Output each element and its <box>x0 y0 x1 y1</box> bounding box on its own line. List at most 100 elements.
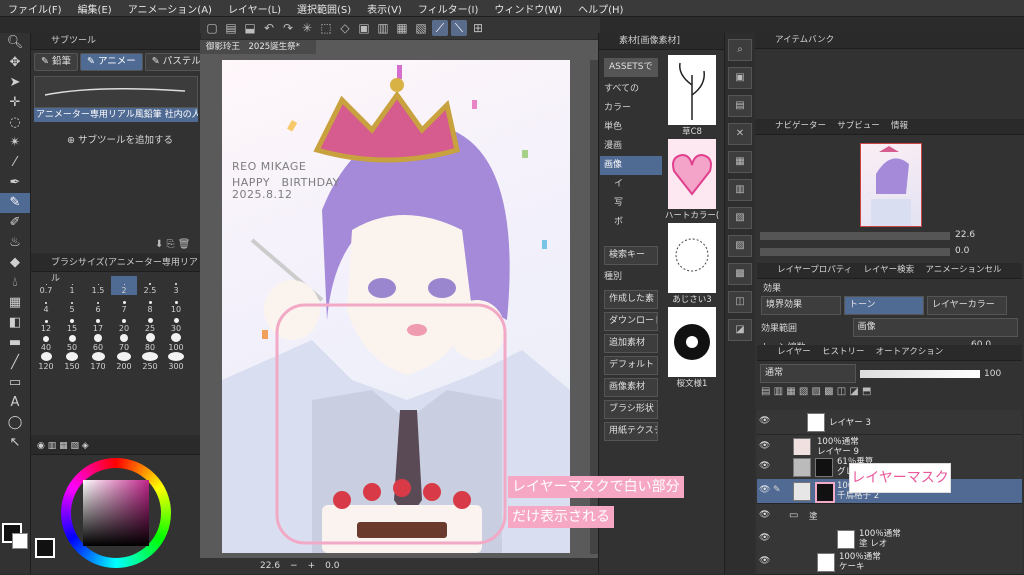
brush-size-cell[interactable]: 1.5 <box>85 276 111 295</box>
material-filter-image[interactable]: 画像素材 <box>604 378 658 397</box>
current-color-swatch[interactable] <box>35 538 55 558</box>
eye-icon[interactable]: 👁︎ <box>759 533 770 543</box>
layer-folder-row[interactable]: 👁︎ ▭ 塗 <box>757 504 1022 529</box>
tone-button[interactable]: トーン <box>844 296 924 315</box>
operation-tool-icon[interactable]: ➤ <box>0 73 30 93</box>
pen-tool-icon[interactable]: ✒ <box>0 173 30 193</box>
auto-action-icon[interactable]: ▧ <box>728 207 752 229</box>
brush-size-cell[interactable]: 2 <box>111 276 137 295</box>
zoom-in-icon[interactable]: + <box>308 561 316 571</box>
layer-color-button[interactable]: レイヤーカラー <box>927 296 1007 315</box>
subtool-tab-pastel[interactable]: ✎ パステル <box>144 53 208 71</box>
material-tree-other[interactable]: ボ <box>600 213 662 232</box>
subview-tab[interactable]: サブビュー <box>837 121 880 131</box>
eye-icon[interactable]: 👁︎ <box>759 441 770 451</box>
fill-icon[interactable]: ▣ <box>356 20 372 36</box>
navigator-rotation-slider[interactable] <box>760 248 950 256</box>
border-effect-button[interactable]: 境界効果 <box>761 296 841 315</box>
snap-special-icon[interactable]: ⟍ <box>451 20 467 36</box>
navigator-tab[interactable]: ナビゲーター <box>775 121 826 131</box>
menu-help[interactable]: ヘルプ(H) <box>570 1 631 16</box>
redo-icon[interactable]: ↷ <box>280 20 296 36</box>
eyedropper-icon[interactable]: ⁄ <box>0 153 30 173</box>
clear-icon[interactable]: ✳ <box>299 20 315 36</box>
brush-size-cell[interactable]: 6 <box>85 295 111 314</box>
brush-size-cell[interactable]: 8 <box>137 295 163 314</box>
brush-size-cell[interactable]: 170 <box>85 352 111 371</box>
brush-size-cell[interactable]: 2.5 <box>137 276 163 295</box>
color-set-icon[interactable]: ◪ <box>728 319 752 341</box>
brush-stroke-preview[interactable] <box>34 76 198 108</box>
material-filter-added[interactable]: 追加素材 <box>604 334 658 353</box>
subtool-tab-animator[interactable]: ✎ アニメー <box>80 53 143 71</box>
info-icon[interactable]: ▩ <box>728 263 752 285</box>
assets-button[interactable]: ASSETSで <box>604 58 658 77</box>
brush-size-cell[interactable]: 60 <box>85 333 111 352</box>
open-folder-icon[interactable]: ▤ <box>223 20 239 36</box>
material-tree-illust[interactable]: イ <box>600 175 662 194</box>
brush-size-cell[interactable]: 4 <box>33 295 59 314</box>
line-tool-icon[interactable]: ╱ <box>0 353 30 373</box>
property-icon[interactable]: ◫ <box>728 291 752 313</box>
brush-size-cell[interactable]: 20 <box>111 314 137 333</box>
layer-search-tab[interactable]: レイヤー検索 <box>863 265 914 275</box>
brush-size-cell[interactable]: 1 <box>59 276 85 295</box>
material-tree-image[interactable]: 画像 <box>600 156 662 175</box>
save-icon[interactable]: ⬓ <box>242 20 258 36</box>
material-thumb-hydrangea[interactable] <box>668 223 716 293</box>
correction-icon[interactable]: ↖ <box>0 433 30 453</box>
material-search-input[interactable]: 検索キー <box>604 246 658 265</box>
selected-brush-name[interactable]: アニメーター専用リアル風鉛筆 社内の人 <box>34 108 198 122</box>
menu-file[interactable]: ファイル(F) <box>0 1 70 16</box>
history-icon[interactable]: ▥ <box>728 179 752 201</box>
fill-tool-icon[interactable]: ◧ <box>0 313 30 333</box>
menu-view[interactable]: 表示(V) <box>359 1 410 16</box>
brush-size-cell[interactable]: 15 <box>59 314 85 333</box>
brush-size-cell[interactable]: 25 <box>137 314 163 333</box>
document-tab[interactable]: 御影玲王 2025誕生祭* <box>200 40 316 54</box>
grid-icon[interactable]: ▧ <box>413 20 429 36</box>
material-filter-download[interactable]: ダウンロード <box>604 312 658 331</box>
material-tree-mono[interactable]: 単色 <box>600 118 662 137</box>
airbrush-icon[interactable]: ♨ <box>0 233 30 253</box>
history-tab[interactable]: ヒストリー <box>822 347 865 357</box>
menu-edit[interactable]: 編集(E) <box>70 1 120 16</box>
material-filter-created[interactable]: 作成した素 <box>604 290 658 309</box>
eye-icon[interactable]: 👁︎ <box>759 461 770 471</box>
eye-icon[interactable]: 👁︎ <box>759 485 770 495</box>
zoom-tool-icon[interactable]: 🔍︎ <box>0 33 30 53</box>
layer-row[interactable]: 👁︎ 100％通常 塗 レオ <box>757 527 1022 552</box>
hue-wheel[interactable] <box>61 458 171 568</box>
brush-size-cell[interactable]: 250 <box>137 352 163 371</box>
new-file-icon[interactable]: ▢ <box>204 20 220 36</box>
layer-icon[interactable]: ▤ <box>728 95 752 117</box>
navigator-icon[interactable]: ▣ <box>728 67 752 89</box>
material-thumb-sakura[interactable] <box>668 307 716 377</box>
subview-icon[interactable]: ▨ <box>728 235 752 257</box>
add-subtool-button[interactable]: ⊕ サブツールを追加する <box>31 132 201 146</box>
brush-size-cell[interactable]: 3 <box>163 276 189 295</box>
canvas-rotation-value[interactable]: 0.0 <box>325 561 339 571</box>
transform-icon[interactable]: ⬚ <box>318 20 334 36</box>
layer-move-icon[interactable]: ✛ <box>0 93 30 113</box>
brush-size-cell[interactable]: 10 <box>163 295 189 314</box>
canvas-zoom-value[interactable]: 22.6 <box>260 561 280 571</box>
material-tree-color[interactable]: カラー <box>600 99 662 118</box>
menu-filter[interactable]: フィルター(I) <box>410 1 487 16</box>
search-icon[interactable]: ⌕ <box>728 39 752 61</box>
menu-animation[interactable]: アニメーション(A) <box>120 1 220 16</box>
eye-icon[interactable]: 👁︎ <box>759 416 770 426</box>
brush-tool-icon[interactable]: ✐ <box>0 213 30 233</box>
navigator-zoom-slider[interactable] <box>760 232 950 240</box>
undo-icon[interactable]: ↶ <box>261 20 277 36</box>
close-panel-icon[interactable]: ✕ <box>728 123 752 145</box>
snap-ruler-icon[interactable]: ⟋ <box>432 20 448 36</box>
material-filter-paper[interactable]: 用紙テクスチ <box>604 422 658 441</box>
saturation-value-square[interactable] <box>83 480 149 546</box>
material-thumb-heart[interactable] <box>668 139 716 209</box>
eraser-icon[interactable]: ◆ <box>0 253 30 273</box>
menu-layer[interactable]: レイヤー(L) <box>220 1 289 16</box>
lasso-icon[interactable]: ◌ <box>0 113 30 133</box>
brush-size-cell[interactable]: 100 <box>163 333 189 352</box>
auto-action-tab[interactable]: オートアクション <box>876 347 944 357</box>
